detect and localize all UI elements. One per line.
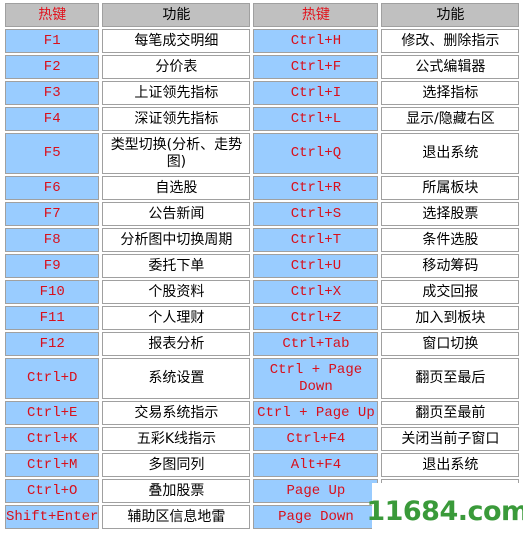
function-cell-left: 委托下单 <box>102 254 251 278</box>
hotkey-cell-right: Ctrl+F4 <box>253 427 379 451</box>
function-cell-left: 辅助区信息地雷 <box>102 505 251 529</box>
function-cell-left: 每笔成交明细 <box>102 29 251 53</box>
function-cell-left: 个人理财 <box>102 306 251 330</box>
function-cell-right: 公式编辑器 <box>381 55 520 79</box>
function-cell-left: 叠加股票 <box>102 479 251 503</box>
hotkey-cell-left: F8 <box>5 228 100 252</box>
table-row: F9 委托下单 Ctrl+U 移动筹码 <box>5 254 520 278</box>
table-row: Ctrl+K 五彩K线指示 Ctrl+F4 关闭当前子窗口 <box>5 427 520 451</box>
function-cell-left: 分析图中切换周期 <box>102 228 251 252</box>
hotkey-cell-right: Ctrl+U <box>253 254 379 278</box>
hotkey-cell-left: Ctrl+O <box>5 479 100 503</box>
function-cell-left: 交易系统指示 <box>102 401 251 425</box>
hotkey-cell-left: Ctrl+M <box>5 453 100 477</box>
hotkey-cell-right: Page Down <box>253 505 379 529</box>
function-cell-left: 系统设置 <box>102 358 251 399</box>
function-cell-right: 选择指标 <box>381 81 520 105</box>
hotkey-cell-right: Ctrl+T <box>253 228 379 252</box>
table-row: F1 每笔成交明细 Ctrl+H 修改、删除指示 <box>5 29 520 53</box>
table-row: F2 分价表 Ctrl+F 公式编辑器 <box>5 55 520 79</box>
header-hotkey-left: 热键 <box>5 3 100 27</box>
function-cell-right: 修改、删除指示 <box>381 29 520 53</box>
function-cell-left: 分价表 <box>102 55 251 79</box>
header-function-right: 功能 <box>381 3 520 27</box>
hotkey-cell-left: Ctrl+K <box>5 427 100 451</box>
function-cell-left: 自选股 <box>102 176 251 200</box>
function-cell-right: 退出系统 <box>381 453 520 477</box>
table-row: Ctrl+D 系统设置 Ctrl + Page Down 翻页至最后 <box>5 358 520 399</box>
function-cell-left: 多图同列 <box>102 453 251 477</box>
hotkey-cell-left: Ctrl+E <box>5 401 100 425</box>
hotkey-cell-right: Ctrl+L <box>253 107 379 131</box>
table-row: F7 公告新闻 Ctrl+S 选择股票 <box>5 202 520 226</box>
hotkey-cell-left: F2 <box>5 55 100 79</box>
table-row: Ctrl+E 交易系统指示 Ctrl + Page Up 翻页至最前 <box>5 401 520 425</box>
function-cell-left: 五彩K线指示 <box>102 427 251 451</box>
hotkey-cell-right: Ctrl+S <box>253 202 379 226</box>
hotkey-cell-left: F12 <box>5 332 100 356</box>
header-row: 热键 功能 热键 功能 <box>5 3 520 27</box>
function-cell-right: 移动筹码 <box>381 254 520 278</box>
function-cell-right: 退出系统 <box>381 133 520 174</box>
table-row: F6 自选股 Ctrl+R 所属板块 <box>5 176 520 200</box>
function-cell-right: 显示/隐藏右区 <box>381 107 520 131</box>
function-cell-right: 翻页至最后 <box>381 358 520 399</box>
hotkey-cell-right: Ctrl+H <box>253 29 379 53</box>
table-row: F4 深证领先指标 Ctrl+L 显示/隐藏右区 <box>5 107 520 131</box>
header-hotkey-right: 热键 <box>253 3 379 27</box>
header-function-left: 功能 <box>102 3 251 27</box>
function-cell-right: 加入到板块 <box>381 306 520 330</box>
table-row: F3 上证领先指标 Ctrl+I 选择指标 <box>5 81 520 105</box>
function-cell-left: 深证领先指标 <box>102 107 251 131</box>
watermark-logo: 11684.com <box>366 483 523 539</box>
hotkey-cell-right: Ctrl+I <box>253 81 379 105</box>
hotkey-cell-right: Ctrl + Page Down <box>253 358 379 399</box>
hotkey-cell-left: F11 <box>5 306 100 330</box>
table-row: F5 类型切换(分析、走势图) Ctrl+Q 退出系统 <box>5 133 520 174</box>
hotkey-cell-left: F9 <box>5 254 100 278</box>
function-cell-right: 选择股票 <box>381 202 520 226</box>
hotkey-cell-left: F1 <box>5 29 100 53</box>
hotkey-cell-right: Alt+F4 <box>253 453 379 477</box>
function-cell-right: 条件选股 <box>381 228 520 252</box>
hotkey-cell-left: F10 <box>5 280 100 304</box>
function-cell-left: 类型切换(分析、走势图) <box>102 133 251 174</box>
function-cell-left: 个股资料 <box>102 280 251 304</box>
hotkey-cell-left: F6 <box>5 176 100 200</box>
table-row: F12 报表分析 Ctrl+Tab 窗口切换 <box>5 332 520 356</box>
hotkey-cell-right: Ctrl+X <box>253 280 379 304</box>
function-cell-right: 关闭当前子窗口 <box>381 427 520 451</box>
table-row: F10 个股资料 Ctrl+X 成交回报 <box>5 280 520 304</box>
hotkey-cell-right: Ctrl+Q <box>253 133 379 174</box>
function-cell-right: 翻页至最前 <box>381 401 520 425</box>
hotkey-table: 热键 功能 热键 功能 F1 每笔成交明细 Ctrl+H 修改、删除指示 F2 分价表 Ct… <box>2 1 523 531</box>
hotkey-cell-right: Ctrl+Z <box>253 306 379 330</box>
hotkey-cell-right: Ctrl + Page Up <box>253 401 379 425</box>
function-cell-right: 窗口切换 <box>381 332 520 356</box>
function-cell-right: 所属板块 <box>381 176 520 200</box>
table-row: F11 个人理财 Ctrl+Z 加入到板块 <box>5 306 520 330</box>
watermark-text: 11684.com <box>366 495 523 527</box>
hotkey-cell-left: F3 <box>5 81 100 105</box>
hotkey-cell-left: Shift+Enter <box>5 505 100 529</box>
function-cell-left: 公告新闻 <box>102 202 251 226</box>
table-row: F8 分析图中切换周期 Ctrl+T 条件选股 <box>5 228 520 252</box>
hotkey-cell-left: Ctrl+D <box>5 358 100 399</box>
hotkey-cell-left: F7 <box>5 202 100 226</box>
hotkey-cell-left: F4 <box>5 107 100 131</box>
hotkey-cell-right: Ctrl+R <box>253 176 379 200</box>
function-cell-left: 上证领先指标 <box>102 81 251 105</box>
hotkey-cell-right: Page Up <box>253 479 379 503</box>
hotkey-cell-left: F5 <box>5 133 100 174</box>
hotkey-cell-right: Ctrl+F <box>253 55 379 79</box>
table-row: Ctrl+M 多图同列 Alt+F4 退出系统 <box>5 453 520 477</box>
function-cell-right: 成交回报 <box>381 280 520 304</box>
hotkey-cell-right: Ctrl+Tab <box>253 332 379 356</box>
function-cell-left: 报表分析 <box>102 332 251 356</box>
